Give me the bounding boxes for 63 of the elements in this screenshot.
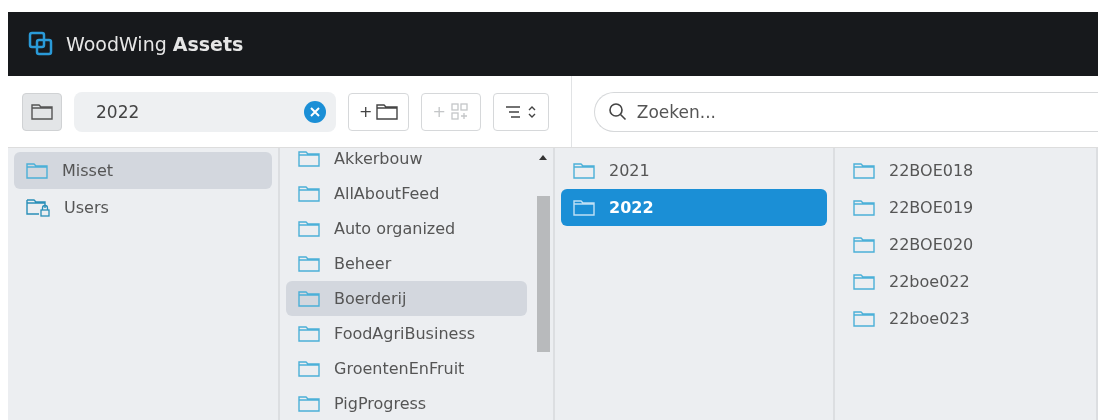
folder-name: AllAboutFeed — [334, 182, 440, 205]
folder-icon — [26, 162, 48, 179]
folder-item[interactable]: GroentenEnFruit — [286, 351, 527, 386]
folder-icon — [298, 150, 320, 167]
folder-name: 22boe022 — [889, 270, 970, 293]
folder-name: 2021 — [609, 159, 650, 182]
folder-view-button[interactable] — [22, 92, 62, 131]
folder-item[interactable]: Auto organized — [286, 211, 527, 246]
folder-icon — [298, 185, 320, 202]
folder-item[interactable]: Akkerbouw — [286, 148, 527, 176]
folder-icon — [31, 103, 53, 120]
folder-item[interactable]: Boerderij — [286, 281, 527, 316]
folder-icon — [573, 199, 595, 216]
folder-name: Users — [64, 196, 109, 219]
folder-icon — [298, 290, 320, 307]
folder-name: 22boe023 — [889, 307, 970, 330]
folder-item[interactable]: AllAboutFeed — [286, 176, 527, 211]
folder-item[interactable]: 22boe023 — [841, 300, 1090, 337]
clear-icon[interactable] — [304, 100, 326, 123]
folder-icon — [298, 255, 320, 272]
sort-button[interactable] — [492, 92, 549, 131]
search-icon — [607, 101, 628, 122]
folder-icon — [853, 236, 875, 253]
folder-item[interactable]: Users — [14, 189, 272, 226]
folder-item[interactable]: 2021 — [561, 152, 827, 189]
folder-item[interactable]: 22BOE020 — [841, 226, 1090, 263]
folder-name: 22BOE019 — [889, 196, 974, 219]
folder-item[interactable]: 2022 — [561, 189, 827, 226]
locked-folder-icon — [26, 198, 50, 217]
folder-name: Misset — [62, 159, 114, 182]
folder-name: Beheer — [334, 252, 392, 275]
folder-item[interactable]: 22BOE018 — [841, 152, 1090, 189]
new-folder-button[interactable]: + — [348, 92, 410, 131]
folder-icon — [853, 162, 875, 179]
folder-name: Boerderij — [334, 287, 407, 310]
folder-item[interactable]: Beheer — [286, 246, 527, 281]
folder-name: Auto organized — [334, 217, 456, 240]
folder-item[interactable]: 22boe022 — [841, 263, 1090, 300]
app-title: WoodWing Assets — [66, 31, 244, 57]
folder-name: 2022 — [609, 196, 654, 219]
search-field[interactable]: Zoeken... — [593, 91, 1098, 132]
folder-name: PigProgress — [334, 392, 427, 415]
folder-icon — [298, 360, 320, 377]
folder-item[interactable]: FoodAgriBusiness — [286, 316, 527, 351]
logo-icon — [28, 31, 54, 57]
folder-icon — [298, 325, 320, 342]
folder-icon — [298, 220, 320, 237]
folder-name: Akkerbouw — [334, 148, 423, 170]
folder-name: GroentenEnFruit — [334, 357, 465, 380]
folder-icon — [853, 199, 875, 216]
folder-icon — [853, 273, 875, 290]
folder-item[interactable]: 22BOE019 — [841, 189, 1090, 226]
folder-icon — [853, 310, 875, 327]
folder-icon — [376, 103, 399, 120]
folder-item[interactable]: Misset — [14, 152, 272, 189]
folder-icon — [573, 162, 595, 179]
grid-icon — [449, 102, 470, 121]
folder-name: 22BOE018 — [889, 159, 974, 182]
path-field[interactable]: 2022 — [74, 91, 336, 132]
folder-name: FoodAgriBusiness — [334, 322, 476, 345]
folder-item[interactable]: PigProgress — [286, 386, 527, 420]
folder-name: 22BOE020 — [889, 233, 974, 256]
folder-icon — [298, 395, 320, 412]
